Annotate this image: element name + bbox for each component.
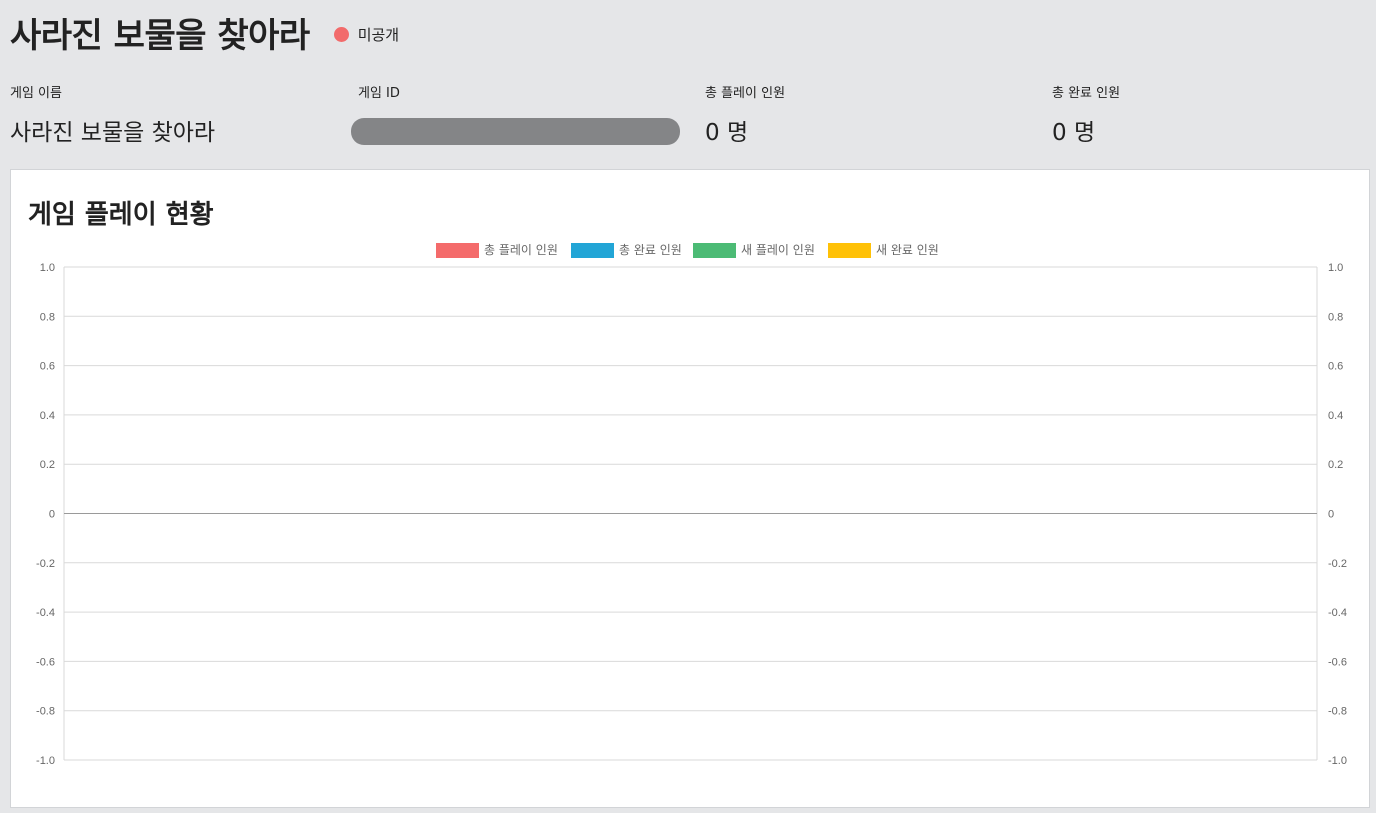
stat-label: 게임 ID — [358, 86, 400, 101]
y-tick-label-left: 0.8 — [40, 311, 55, 323]
play-status-chart: 1.0 1.0 0.8 0.8 0.6 0.6 0.4 0.4 0.2 0.2 0 0 -0.2 -0.2… — [36, 243, 1347, 767]
stat-game-name: 게임 이름 사라진 보물을 찾아라 — [10, 82, 215, 147]
legend-swatch — [828, 243, 871, 258]
y-tick-label-right: -1.0 — [1328, 755, 1347, 767]
y-tick-label-left: 0 — [49, 509, 55, 521]
y-tick-label-left: 0.4 — [40, 410, 55, 422]
status-badge: 미공개 — [333, 24, 400, 45]
y-tick-label-right: 0.6 — [1328, 361, 1343, 373]
y-tick-label-right: -0.8 — [1328, 706, 1347, 718]
stat-label: 총 플레이 인원 — [705, 86, 786, 101]
page-header: 사라진 보물을 찾아라 미공개 — [10, 8, 399, 57]
stat-game-id: 게임 ID — [358, 82, 400, 101]
y-tick-label-right: 1.0 — [1328, 262, 1343, 274]
y-tick-label-left: -0.8 — [36, 706, 55, 718]
stat-label: 총 완료 인원 — [1052, 86, 1121, 101]
play-status-panel: 게임 플레이 현황 1.0 1.0 0.8 0.8 0.6 0.6 0.4 0.4 0.2 0.2… — [10, 169, 1370, 808]
status-dot-icon — [333, 27, 349, 42]
legend-swatch — [436, 243, 479, 258]
game-id-redacted-value — [351, 118, 680, 145]
y-tick-label-right: -0.4 — [1328, 607, 1347, 619]
y-tick-label-left: 1.0 — [40, 262, 55, 274]
y-tick-label-left: 0.6 — [40, 361, 55, 373]
status-label: 미공개 — [357, 26, 400, 44]
y-tick-label-right: 0 — [1328, 509, 1334, 521]
y-tick-label-right: -0.6 — [1328, 656, 1347, 668]
stat-total-play: 총 플레이 인원 0 명 — [705, 82, 785, 147]
stat-value: 0 명 — [1052, 120, 1096, 146]
y-tick-label-left: 0.2 — [40, 459, 55, 471]
legend-label: 총 플레이 인원 — [484, 243, 558, 257]
y-tick-label-left: -0.4 — [36, 607, 55, 619]
y-tick-label-right: 0.8 — [1328, 311, 1343, 323]
stat-value: 사라진 보물을 찾아라 — [10, 120, 216, 146]
legend-swatch — [693, 243, 736, 258]
stat-label: 게임 이름 — [10, 86, 62, 101]
game-title: 사라진 보물을 찾아라 — [10, 16, 310, 56]
y-tick-label-left: -0.6 — [36, 656, 55, 668]
legend-label: 총 완료 인원 — [619, 243, 682, 257]
legend-label: 새 완료 인원 — [876, 243, 939, 257]
stat-value: 0 명 — [705, 120, 749, 146]
y-tick-label-left: -0.2 — [36, 558, 55, 570]
y-tick-label-left: -1.0 — [36, 755, 55, 767]
y-tick-label-right: -0.2 — [1328, 558, 1347, 570]
legend-swatch — [571, 243, 614, 258]
legend-label: 새 플레이 인원 — [741, 243, 815, 257]
y-tick-label-right: 0.2 — [1328, 459, 1343, 471]
stat-total-complete: 총 완료 인원 0 명 — [1052, 82, 1120, 147]
game-stats: 게임 이름 사라진 보물을 찾아라 게임 ID 총 플레이 인원 0 명 총 완… — [10, 82, 1376, 152]
y-tick-label-right: 0.4 — [1328, 410, 1343, 422]
